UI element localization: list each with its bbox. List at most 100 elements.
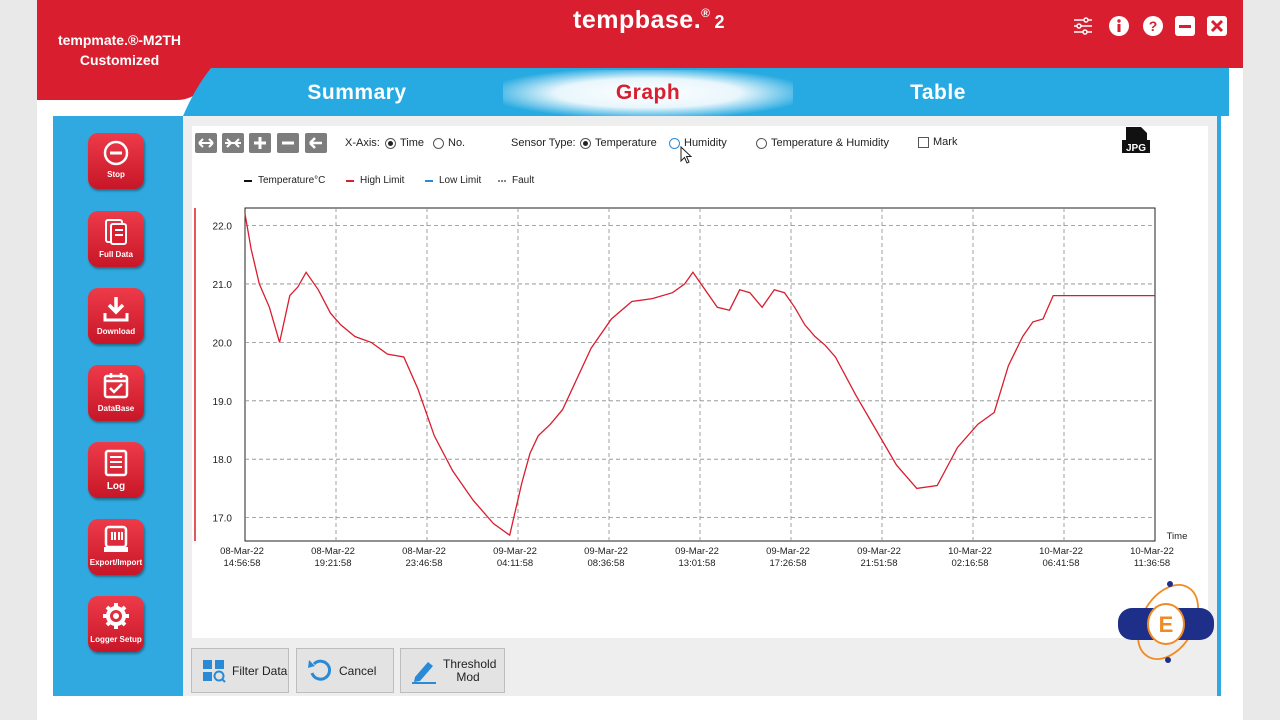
minimize-icon[interactable] xyxy=(1174,15,1196,37)
y-tick-label: 22.0 xyxy=(213,222,233,233)
download-button[interactable]: Download xyxy=(88,288,144,344)
zoom-out-icon[interactable] xyxy=(277,133,299,153)
stop-icon xyxy=(103,140,129,166)
back-arrow-icon[interactable] xyxy=(305,133,327,153)
export-jpg-button[interactable]: JPG xyxy=(1121,127,1151,155)
xaxis-time-label: Time xyxy=(400,137,425,149)
mark-label: Mark xyxy=(933,136,958,148)
mark-option[interactable]: Mark xyxy=(918,136,957,148)
tab-summary-label: Summary xyxy=(307,81,407,104)
x-tick-date: 08-Mar-22 xyxy=(311,546,355,557)
cancel-button[interactable]: Cancel xyxy=(296,648,394,693)
x-tick-time: 14:56:58 xyxy=(224,558,261,569)
zoom-in-icon[interactable] xyxy=(249,133,271,153)
filter-data-icon xyxy=(203,659,226,683)
x-tick-date: 09-Mar-22 xyxy=(766,546,810,557)
database-icon xyxy=(103,373,129,399)
cancel-label: Cancel xyxy=(339,663,377,678)
sensor-both-option[interactable]: Temperature & Humidity xyxy=(756,137,889,149)
xaxis-label-text: X-Axis: xyxy=(345,137,380,149)
app-name: tempbase. xyxy=(573,6,702,34)
sensor-temperature-label: Temperature xyxy=(595,137,657,149)
x-tick-time: 23:46:58 xyxy=(406,558,443,569)
x-tick-time: 21:51:58 xyxy=(861,558,898,569)
app-reg-mark: ® xyxy=(701,6,711,20)
tab-table[interactable]: Table xyxy=(793,70,1083,116)
x-tick-time: 17:26:58 xyxy=(770,558,807,569)
x-tick-date: 10-Mar-22 xyxy=(948,546,992,557)
export-import-button[interactable]: Export/Import xyxy=(88,519,144,575)
x-tick-date: 08-Mar-22 xyxy=(402,546,446,557)
legend-temperature-swatch xyxy=(244,179,252,182)
filter-sliders-icon[interactable] xyxy=(1072,15,1094,37)
log-label: Log xyxy=(106,481,126,492)
database-label: DataBase xyxy=(97,404,135,413)
legend-low-limit-swatch xyxy=(425,179,433,182)
help-icon[interactable]: ? xyxy=(1142,15,1164,37)
jpg-label: JPG xyxy=(1126,143,1146,154)
x-tick-time: 11:36:58 xyxy=(1134,558,1170,569)
shrink-horizontal-icon[interactable] xyxy=(222,133,244,153)
gear-icon xyxy=(103,603,129,629)
x-tick-date: 10-Mar-22 xyxy=(1039,546,1083,557)
xaxis-no-label: No. xyxy=(448,137,466,149)
threshold-mod-button[interactable]: Threshold Mod xyxy=(400,648,505,693)
mouse-cursor-icon xyxy=(680,146,693,164)
x-axis-title: Time xyxy=(1167,531,1188,542)
xaxis-no-option[interactable]: No. xyxy=(433,137,465,149)
pen-edit-icon xyxy=(412,661,436,684)
xaxis-time-radio[interactable] xyxy=(385,137,396,149)
stop-label: Stop xyxy=(107,170,125,179)
sensor-both-label: Temperature & Humidity xyxy=(771,137,889,149)
y-tick-label: 17.0 xyxy=(213,514,233,525)
temperature-chart[interactable]: 22.021.020.019.018.017.008-Mar-2214:56:5… xyxy=(192,200,1202,575)
sensor-both-radio[interactable] xyxy=(756,137,767,149)
export-import-label: Export/Import xyxy=(89,558,143,567)
sensor-temperature-radio[interactable] xyxy=(580,137,591,149)
threshold-mod-label: Threshold Mod xyxy=(443,656,497,684)
mark-checkbox[interactable] xyxy=(918,136,929,148)
sensor-temperature-option[interactable]: Temperature xyxy=(580,137,657,149)
app-version: 2 xyxy=(714,12,726,32)
stop-button[interactable]: Stop xyxy=(88,133,144,189)
x-tick-time: 02:16:58 xyxy=(952,558,989,569)
xaxis-time-option[interactable]: Time xyxy=(385,137,424,149)
export-import-icon xyxy=(104,525,128,552)
legend-high-limit-swatch xyxy=(346,179,354,182)
logger-setup-button[interactable]: Logger Setup xyxy=(88,596,144,652)
sensor-type-label-text: Sensor Type: xyxy=(511,137,576,149)
x-tick-time: 19:21:58 xyxy=(315,558,352,569)
tab-summary[interactable]: Summary xyxy=(212,70,502,116)
x-tick-date: 09-Mar-22 xyxy=(675,546,719,557)
x-tick-time: 13:01:58 xyxy=(679,558,716,569)
x-tick-date: 09-Mar-22 xyxy=(493,546,537,557)
legend-high-limit-label: High Limit xyxy=(360,175,405,186)
x-tick-time: 04:11:58 xyxy=(497,558,533,569)
filter-data-button[interactable]: Filter Data xyxy=(191,648,289,693)
legend-temperature: Temperature°C xyxy=(244,175,325,186)
sensor-type-label: Sensor Type: xyxy=(511,137,576,149)
legend-low-limit-label: Low Limit xyxy=(439,175,482,186)
log-button[interactable]: Log xyxy=(88,442,144,498)
database-button[interactable]: DataBase xyxy=(88,365,144,421)
close-icon[interactable] xyxy=(1206,15,1228,37)
sensor-humidity-option[interactable]: Humidity xyxy=(669,137,727,149)
x-tick-date: 09-Mar-22 xyxy=(584,546,628,557)
expand-horizontal-icon[interactable] xyxy=(195,133,217,153)
tab-strip: Summary Graph Table xyxy=(175,70,1192,116)
y-tick-label: 18.0 xyxy=(213,455,233,466)
download-icon xyxy=(103,297,129,322)
full-data-button[interactable]: Full Data xyxy=(88,211,144,267)
logger-setup-label: Logger Setup xyxy=(90,635,142,644)
info-icon[interactable] xyxy=(1108,15,1130,37)
xaxis-no-radio[interactable] xyxy=(433,137,444,149)
legend-fault-swatch xyxy=(498,179,506,182)
tab-graph[interactable]: Graph xyxy=(503,70,793,116)
device-mode: Customized xyxy=(79,52,160,68)
company-logo: E xyxy=(1118,581,1214,663)
device-name: tempmate.®-M2TH Customized xyxy=(47,30,192,70)
device-model: tempmate.®-M2TH xyxy=(57,32,182,48)
sensor-humidity-radio[interactable] xyxy=(669,137,680,149)
app-title: tempbase.® 2 xyxy=(573,6,725,35)
y-tick-label: 21.0 xyxy=(213,280,233,291)
